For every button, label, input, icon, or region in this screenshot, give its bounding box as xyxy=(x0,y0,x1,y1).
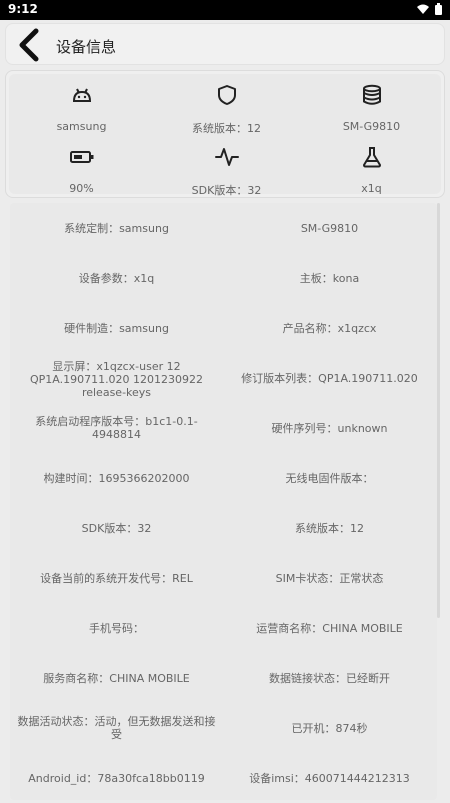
detail-cell: Android_id：78a30fca18bb0119 xyxy=(28,771,205,785)
detail-cell: 修订版本列表：QP1A.190711.020 xyxy=(241,371,418,385)
detail-cell: 已开机：874秒 xyxy=(291,721,368,735)
detail-row: 系统定制：samsung SM-G9810 xyxy=(10,203,437,253)
detail-row: 显示屏：x1qzcx-user 12 QP1A.190711.020 12012… xyxy=(10,353,437,403)
summary-system-version-label: 系统版本：12 xyxy=(192,122,261,135)
summary-model-label: SM-G9810 xyxy=(342,120,401,133)
detail-cell: SIM卡状态：正常状态 xyxy=(275,571,384,585)
summary-card: samsung 系统版本：12 SM-G9810 90% SDK版本：32 x1… xyxy=(5,70,445,198)
detail-cell: 硬件序列号：unknown xyxy=(271,421,388,435)
detail-cell: 设备imsi：460071444212313 xyxy=(249,771,410,785)
detail-cell: 设备参数：x1q xyxy=(78,271,155,285)
summary-brand: samsung xyxy=(9,82,154,133)
battery-icon xyxy=(69,151,93,163)
detail-cell: 硬件制造：samsung xyxy=(64,321,169,335)
app-header: 设备信息 xyxy=(5,23,445,65)
detail-cell: 构建时间：1695366202000 xyxy=(43,471,190,485)
detail-row: 设备当前的系统开发代号：REL SIM卡状态：正常状态 xyxy=(10,553,437,603)
detail-cell: 无线电固件版本： xyxy=(285,471,374,485)
detail-cell: 系统版本：12 xyxy=(295,521,364,535)
detail-cell: 服务商名称：CHINA MOBILE xyxy=(43,671,190,685)
back-arrow-icon xyxy=(19,28,39,62)
summary-sdk-version: SDK版本：32 xyxy=(154,144,299,198)
detail-cell: 系统启动程序版本号：b1c1-0.1-4948814 xyxy=(35,415,198,441)
summary-system-version: 系统版本：12 xyxy=(154,82,299,136)
shield-icon xyxy=(217,85,236,105)
detail-cell: 运营商名称：CHINA MOBILE xyxy=(256,621,403,635)
detail-cell: 设备当前的系统开发代号：REL xyxy=(40,571,193,585)
detail-cell: 主板：kona xyxy=(299,271,360,285)
android-icon xyxy=(72,88,91,102)
status-bar: 9:12 xyxy=(0,0,450,20)
detail-cell: SM-G9810 xyxy=(300,221,359,235)
detail-row: 硬件制造：samsung 产品名称：x1qzcx xyxy=(10,303,437,353)
summary-battery: 90% xyxy=(9,144,154,195)
summary-model: SM-G9810 xyxy=(299,82,444,133)
detail-cell: 显示屏：x1qzcx-user 12 QP1A.190711.020 12012… xyxy=(29,360,204,399)
detail-row: 系统启动程序版本号：b1c1-0.1-4948814 硬件序列号：unknown xyxy=(10,403,437,453)
detail-cell: SDK版本：32 xyxy=(81,521,152,535)
detail-row: 设备参数：x1q 主板：kona xyxy=(10,253,437,303)
detail-cell: 数据链接状态：已经断开 xyxy=(269,671,390,685)
detail-row: Android_id：78a30fca18bb0119 设备imsi：46007… xyxy=(10,753,437,803)
detail-cell: 手机号码： xyxy=(89,621,144,635)
flask-icon xyxy=(362,147,381,168)
status-time: 9:12 xyxy=(8,2,38,16)
summary-device-label: x1q xyxy=(361,182,382,195)
battery-status-icon xyxy=(435,3,442,15)
wifi-icon xyxy=(417,4,429,14)
back-button[interactable] xyxy=(14,28,44,62)
detail-row: 数据活动状态：活动，但无数据发送和接受 已开机：874秒 xyxy=(10,703,437,753)
summary-brand-label: samsung xyxy=(56,120,107,133)
detail-row: 服务商名称：CHINA MOBILE 数据链接状态：已经断开 xyxy=(10,653,437,703)
detail-cell: 数据活动状态：活动，但无数据发送和接受 xyxy=(17,715,216,741)
summary-device: x1q xyxy=(299,144,444,195)
detail-cell: 产品名称：x1qzcx xyxy=(282,321,377,335)
status-icons xyxy=(417,3,442,15)
summary-battery-label: 90% xyxy=(69,182,94,195)
database-icon xyxy=(362,84,381,105)
detail-list: 系统定制：samsung SM-G9810 设备参数：x1q 主板：kona 硬… xyxy=(10,203,437,800)
pulse-icon xyxy=(214,148,239,166)
scrollbar[interactable] xyxy=(437,203,440,618)
summary-sdk-version-label: SDK版本：32 xyxy=(191,184,262,197)
detail-row: SDK版本：32 系统版本：12 xyxy=(10,503,437,553)
detail-row: 手机号码： 运营商名称：CHINA MOBILE xyxy=(10,603,437,653)
detail-row: 构建时间：1695366202000 无线电固件版本： xyxy=(10,453,437,503)
page-title: 设备信息 xyxy=(56,38,117,56)
detail-cell: 系统定制：samsung xyxy=(64,221,169,235)
